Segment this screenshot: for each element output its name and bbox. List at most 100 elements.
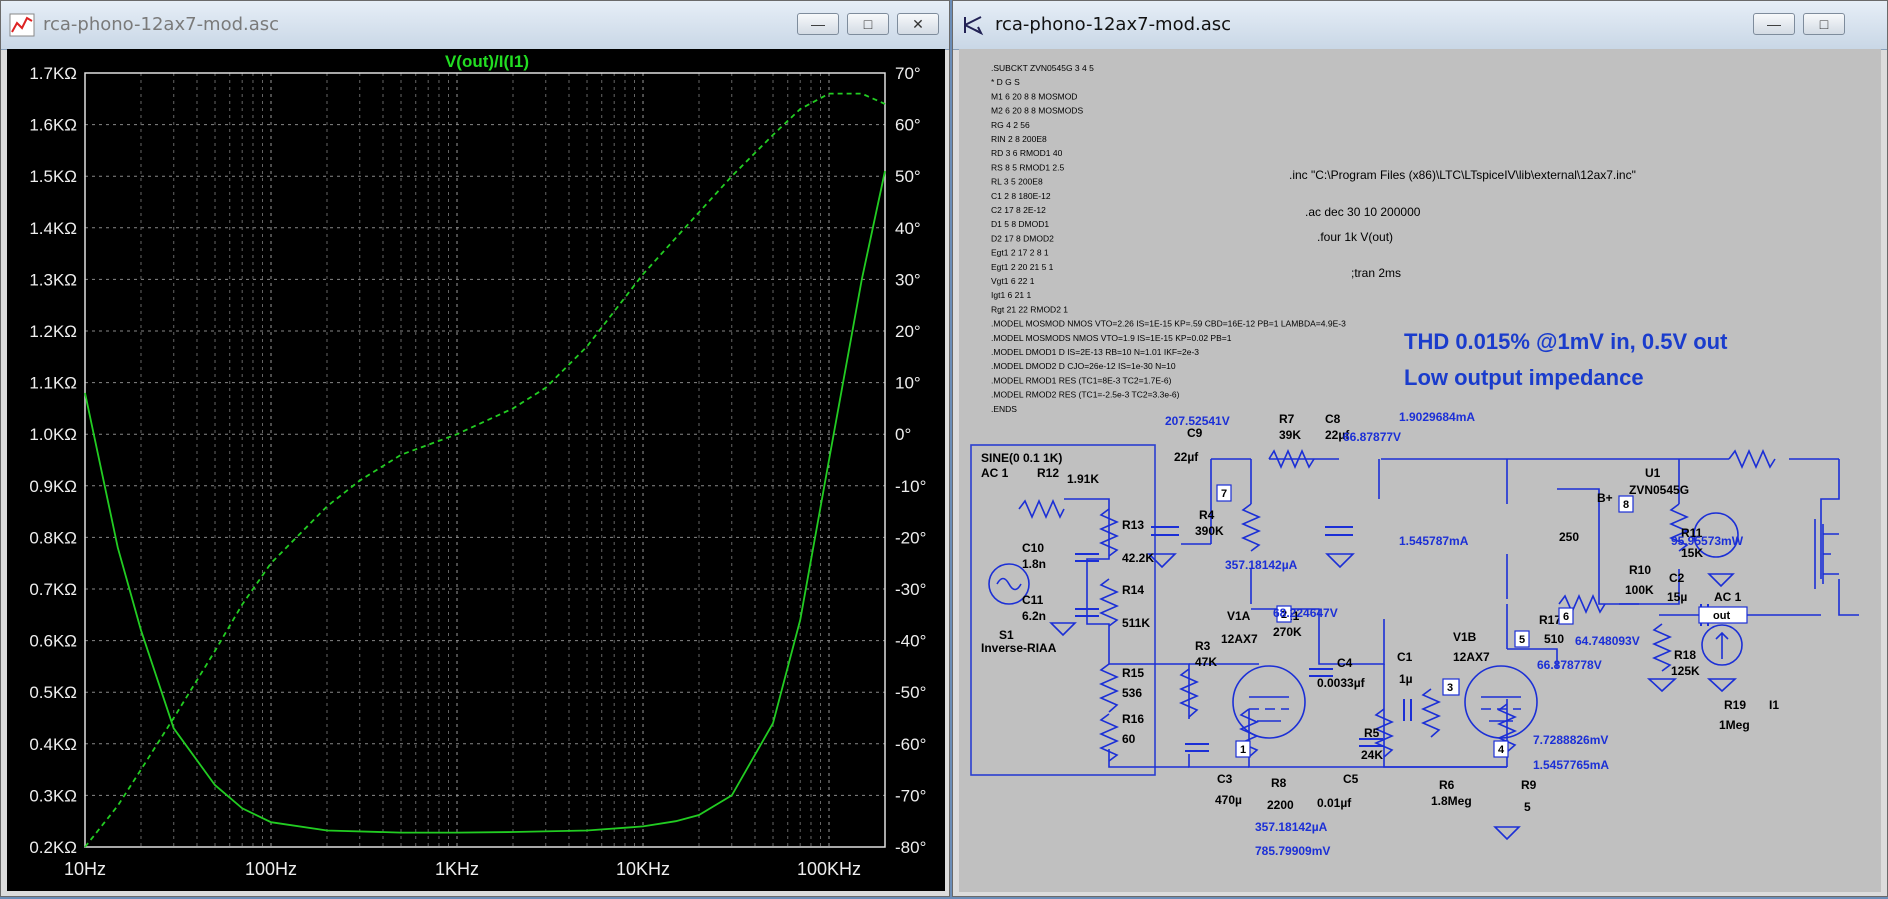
probe-13[interactable]: 785.79909mV [1255,844,1330,858]
flag-3[interactable]: 3 [1447,682,1453,694]
probe-6[interactable]: 95.95573mW [1671,534,1744,548]
tran-directive[interactable]: ;tran 2ms [1351,266,1401,280]
c11-value[interactable]: 6.2n [1022,609,1046,623]
ac-directive[interactable]: .ac dec 30 10 200000 [1305,205,1421,219]
probe-12[interactable]: 357.18142µA [1255,820,1328,834]
source-sine-label[interactable]: SINE(0 0.1 1K) [981,451,1062,465]
r5-label[interactable]: R5 [1364,726,1380,740]
r18-label[interactable]: R18 [1674,648,1696,662]
r12-value[interactable]: 1.91K [1067,472,1099,486]
r1-value[interactable]: 270K [1273,625,1302,639]
close-button[interactable]: ✕ [897,13,939,35]
r17-label[interactable]: R17 [1539,613,1561,627]
r8-value[interactable]: 2200 [1267,798,1294,812]
trace-label[interactable]: V(out)/I(I1) [445,52,529,71]
ac1-label[interactable]: AC 1 [1714,590,1742,604]
v1a-type[interactable]: 12AX7 [1221,632,1258,646]
probe-1[interactable]: 207.52541V [1165,414,1230,428]
inverse-riaa-label[interactable]: Inverse-RIAA [981,641,1057,655]
c4-value[interactable]: 0.0033µf [1317,676,1366,690]
r16-label[interactable]: R16 [1122,712,1144,726]
c2-value[interactable]: 15µ [1667,590,1687,604]
bode-plot[interactable]: V(out)/I(I1) 1.7KΩ 70° 1.6KΩ 60° 1.5KΩ 50° 1.4… [7,49,945,891]
minimize-button[interactable]: — [797,13,839,35]
r3-label[interactable]: R3 [1195,639,1211,653]
schematic-canvas[interactable]: .SUBCKT ZVN0545G 3 4 5 * D G S M1 6 20 8 8… [959,49,1881,892]
r11-value[interactable]: 15K [1681,546,1703,560]
inc-directive[interactable]: .inc "C:\Program Files (x86)\LTC\LTspice… [1289,168,1636,182]
c3-value[interactable]: 470µ [1215,793,1242,807]
v1b-label[interactable]: V1B [1453,630,1477,644]
r4-value[interactable]: 390K [1195,524,1224,538]
r15-value[interactable]: 536 [1122,686,1142,700]
r14-value[interactable]: 511K [1122,616,1150,630]
r12-label[interactable]: R12 [1037,466,1059,480]
flag-4[interactable]: 4 [1498,744,1505,756]
schematic-titlebar[interactable]: rca-phono-12ax7-mod.asc — □ [953,1,1887,50]
c8-label[interactable]: C8 [1325,412,1341,426]
r19-value[interactable]: 1Meg [1719,718,1750,732]
r8-label[interactable]: R8 [1271,776,1287,790]
minimize-button[interactable]: — [1753,13,1795,35]
c2-label[interactable]: C2 [1669,571,1685,585]
i1-label[interactable]: I1 [1769,698,1779,712]
v1a-label[interactable]: V1A [1227,609,1251,623]
r9-label[interactable]: R9 [1521,778,1537,792]
four-directive[interactable]: .four 1k V(out) [1317,230,1393,244]
maximize-button[interactable]: □ [847,13,889,35]
r18-value[interactable]: 125K [1671,664,1700,678]
probe-2[interactable]: 66.87877V [1343,430,1401,444]
c5-label[interactable]: C5 [1343,772,1359,786]
flag-5[interactable]: 5 [1519,634,1525,646]
source-ac-label[interactable]: AC 1 [981,466,1009,480]
c9-label[interactable]: C9 [1187,426,1203,440]
r17-value[interactable]: 510 [1544,632,1564,646]
c9-value[interactable]: 22µf [1174,450,1199,464]
u1-label[interactable]: U1 [1645,466,1661,480]
c1-label[interactable]: C1 [1397,650,1413,664]
r13-value[interactable]: 42.2K [1122,551,1154,565]
probe-8[interactable]: 64.748093V [1575,634,1640,648]
probe-3[interactable]: 1.9029684mA [1399,410,1475,424]
source-name-label[interactable]: S1 [999,628,1014,642]
c4-label[interactable]: C4 [1337,656,1353,670]
probe-11[interactable]: 1.5457765mA [1533,758,1609,772]
r19-label[interactable]: R19 [1724,698,1746,712]
r9-value[interactable]: 5 [1524,800,1531,814]
bplus-value[interactable]: 250 [1559,530,1579,544]
c10-label[interactable]: C10 [1022,541,1044,555]
c5-value[interactable]: 0.01µf [1317,796,1352,810]
c3-label[interactable]: C3 [1217,772,1233,786]
r10-value[interactable]: 100K [1625,583,1654,597]
maximize-button[interactable]: □ [1803,13,1845,35]
flag-6[interactable]: 6 [1563,611,1569,623]
r13-label[interactable]: R13 [1122,518,1144,532]
flag-7[interactable]: 7 [1221,488,1227,500]
c10-value[interactable]: 1.8n [1022,557,1046,571]
r3-value[interactable]: 47K [1195,655,1217,669]
r7-label[interactable]: R7 [1279,412,1295,426]
r6-label[interactable]: R6 [1439,778,1455,792]
flag-out[interactable]: out [1713,610,1730,622]
r7-value[interactable]: 39K [1279,428,1301,442]
probe-10[interactable]: 7.7288826mV [1533,733,1608,747]
schematic-drawing[interactable]: .SUBCKT ZVN0545G 3 4 5 * D G S M1 6 20 8 8… [959,49,1883,894]
r6-value[interactable]: 1.8Meg [1431,794,1472,808]
r10-label[interactable]: R10 [1629,563,1651,577]
probe-5[interactable]: 1.545787mA [1399,534,1469,548]
probe-4[interactable]: 357.18142µA [1225,558,1298,572]
c11-label[interactable]: C11 [1022,593,1044,607]
plot-area[interactable]: V(out)/I(I1) 1.7KΩ 70° 1.6KΩ 60° 1.5KΩ 50° 1.4… [7,49,945,891]
probe-9[interactable]: 66.878778V [1537,658,1602,672]
r5-value[interactable]: 24K [1361,748,1383,762]
flag-8[interactable]: 8 [1623,499,1629,511]
flag-1[interactable]: 1 [1240,744,1246,756]
c1-value[interactable]: 1µ [1399,672,1413,686]
v1b-type[interactable]: 12AX7 [1453,650,1490,664]
u1-type[interactable]: ZVN0545G [1629,483,1689,497]
bplus-label[interactable]: B+ [1597,491,1613,505]
probe-7[interactable]: 68.224647V [1273,606,1338,620]
r14-label[interactable]: R14 [1122,583,1144,597]
r4-label[interactable]: R4 [1199,508,1215,522]
r16-value[interactable]: 60 [1122,732,1136,746]
